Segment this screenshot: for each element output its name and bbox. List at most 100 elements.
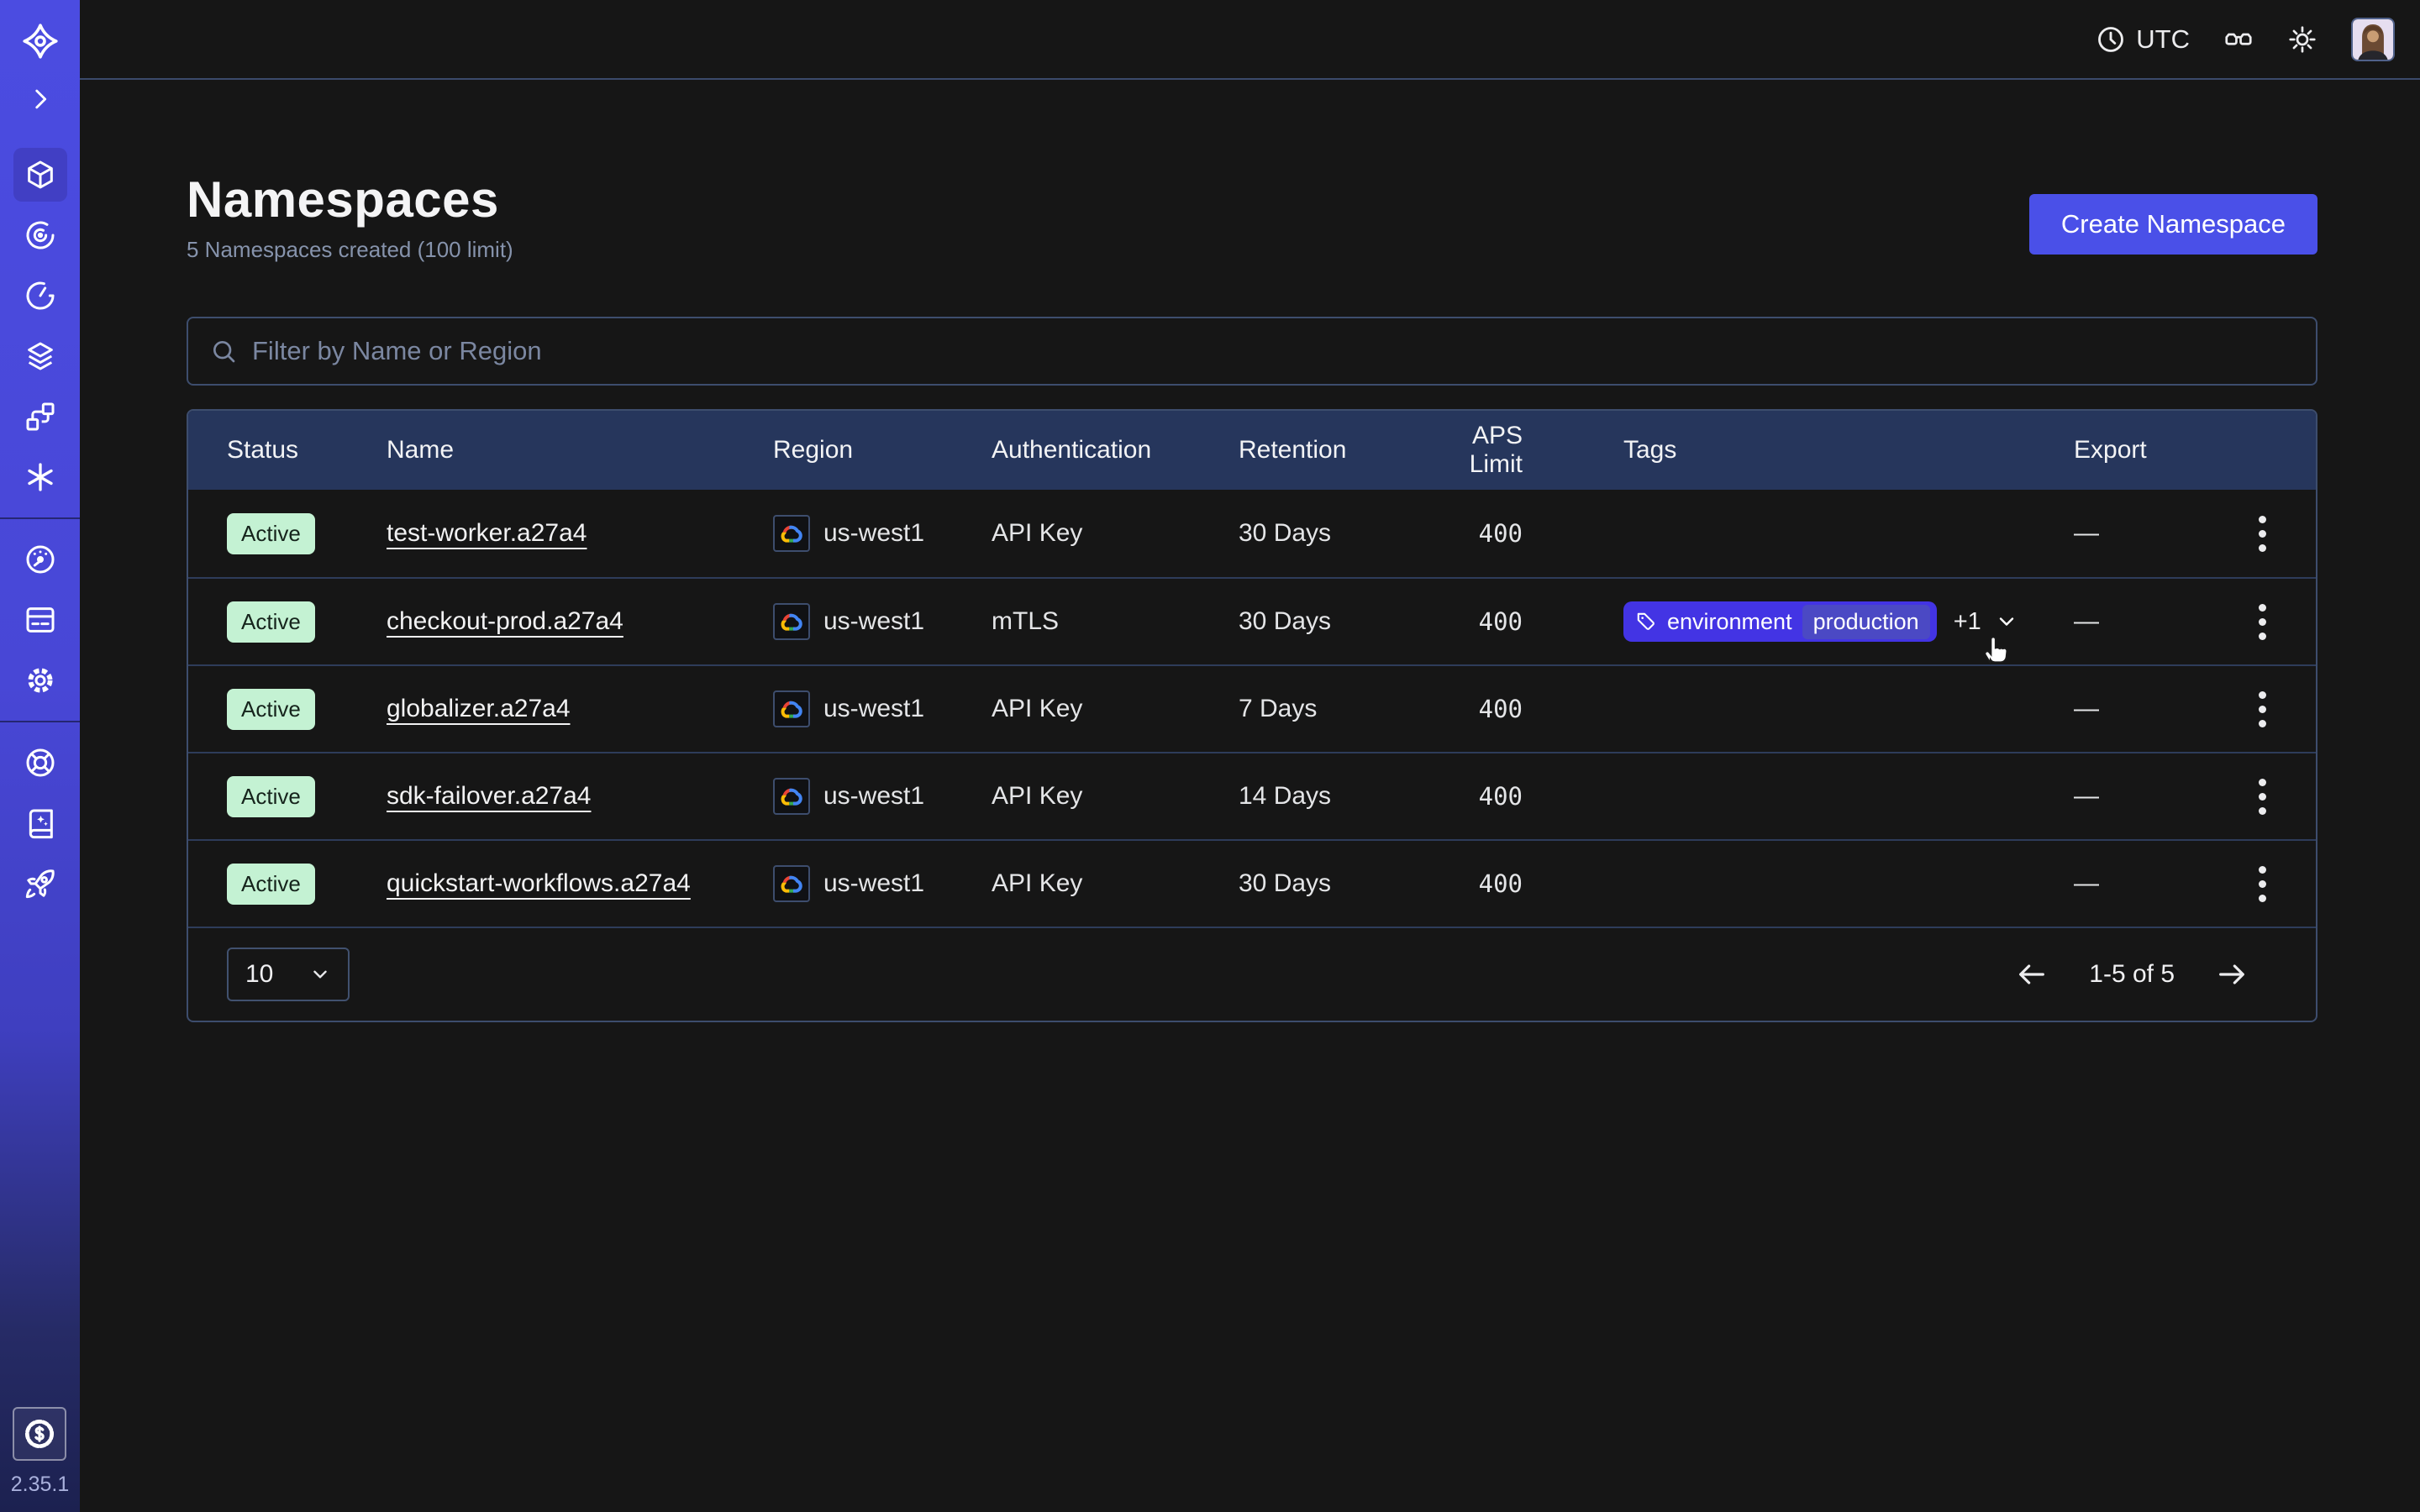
chevron-down-icon bbox=[309, 963, 331, 985]
lifebuoy-icon bbox=[24, 746, 57, 780]
page-title: Namespaces bbox=[187, 171, 513, 228]
namespace-link[interactable]: quickstart-workflows.a27a4 bbox=[387, 869, 691, 897]
asterisk-icon bbox=[24, 460, 57, 494]
sidebar-item-billing[interactable] bbox=[13, 593, 67, 647]
aps-limit-value: 400 bbox=[1430, 782, 1539, 811]
retention-value: 30 Days bbox=[1239, 607, 1430, 636]
col-header-tags: Tags bbox=[1539, 436, 2074, 465]
sidebar-item-usage[interactable] bbox=[13, 533, 67, 586]
sidebar-item-namespaces[interactable] bbox=[13, 148, 67, 202]
google-cloud-icon bbox=[773, 603, 810, 640]
col-header-authentication: Authentication bbox=[992, 436, 1239, 465]
sidebar-item-nexus[interactable] bbox=[13, 450, 67, 504]
status-badge: Active bbox=[227, 864, 315, 905]
google-cloud-icon bbox=[773, 778, 810, 815]
sidebar-item-docs[interactable] bbox=[13, 796, 67, 850]
region-label: us-west1 bbox=[823, 607, 924, 636]
page-heading: Namespaces 5 Namespaces created (100 lim… bbox=[187, 171, 513, 263]
accessibility-glasses-button[interactable] bbox=[2223, 24, 2254, 55]
google-cloud-icon bbox=[773, 515, 810, 552]
aps-limit-value: 400 bbox=[1430, 695, 1539, 723]
namespace-link[interactable]: globalizer.a27a4 bbox=[387, 695, 571, 722]
temporal-logo-icon[interactable] bbox=[21, 22, 60, 60]
google-cloud-icon bbox=[773, 865, 810, 902]
authentication-value: mTLS bbox=[992, 607, 1239, 636]
retention-value: 14 Days bbox=[1239, 782, 1430, 811]
row-actions-menu-button[interactable] bbox=[2250, 770, 2275, 823]
status-badge: Active bbox=[227, 513, 315, 554]
row-actions-menu-button[interactable] bbox=[2250, 507, 2275, 560]
export-value: — bbox=[2074, 695, 2225, 723]
authentication-value: API Key bbox=[992, 782, 1239, 811]
export-value: — bbox=[2074, 869, 2225, 898]
sidebar: 2.35.1 bbox=[0, 0, 80, 1512]
arrow-right-icon bbox=[2215, 958, 2249, 991]
aps-limit-value: 400 bbox=[1430, 869, 1539, 898]
table-row: Active sdk-failover.a27a4 bbox=[188, 752, 2316, 839]
sidebar-item-schedules[interactable] bbox=[13, 269, 67, 323]
kebab-icon bbox=[2259, 604, 2266, 612]
kebab-icon bbox=[2259, 866, 2266, 874]
table-row: Active test-worker.a27a4 bbox=[188, 490, 2316, 577]
search-icon bbox=[210, 338, 237, 365]
table-row: Active globalizer.a27a4 bbox=[188, 664, 2316, 752]
row-actions-menu-button[interactable] bbox=[2250, 683, 2275, 736]
book-sparkles-icon bbox=[24, 806, 57, 840]
filter-bar bbox=[187, 317, 2317, 386]
tags-cell: environment production +1 bbox=[1539, 601, 2074, 642]
tag-chip[interactable]: environment production bbox=[1623, 601, 1937, 642]
row-actions-menu-button[interactable] bbox=[2250, 596, 2275, 648]
branch-icon bbox=[24, 400, 57, 433]
create-namespace-button[interactable]: Create Namespace bbox=[2029, 194, 2317, 255]
export-value: — bbox=[2074, 607, 2225, 636]
sidebar-item-scan[interactable] bbox=[13, 208, 67, 262]
next-page-button[interactable] bbox=[2212, 954, 2252, 995]
kebab-icon bbox=[2259, 779, 2266, 786]
gauge-icon bbox=[24, 543, 57, 576]
retention-value: 30 Days bbox=[1239, 869, 1430, 898]
status-badge: Active bbox=[227, 776, 315, 817]
google-cloud-icon bbox=[773, 690, 810, 727]
col-header-retention: Retention bbox=[1239, 436, 1430, 465]
sidebar-item-settings[interactable] bbox=[13, 654, 67, 707]
retention-value: 7 Days bbox=[1239, 695, 1430, 723]
sidebar-item-get-started[interactable] bbox=[13, 857, 67, 911]
sidebar-item-deployments[interactable] bbox=[13, 329, 67, 383]
namespace-link[interactable]: sdk-failover.a27a4 bbox=[387, 782, 592, 810]
table-body: Active test-worker.a27a4 bbox=[188, 490, 2316, 927]
region-label: us-west1 bbox=[823, 782, 924, 811]
table-row: Active quickstart-workflows.a27a4 bbox=[188, 839, 2316, 927]
namespace-link[interactable]: test-worker.a27a4 bbox=[387, 519, 587, 547]
theme-toggle-button[interactable] bbox=[2287, 24, 2317, 55]
scan-target-icon bbox=[24, 218, 57, 252]
rocket-icon bbox=[24, 867, 57, 900]
kebab-icon bbox=[2259, 691, 2266, 699]
region-label: us-west1 bbox=[823, 695, 924, 723]
sidebar-divider bbox=[0, 721, 80, 722]
sidebar-item-workflows[interactable] bbox=[13, 390, 67, 444]
row-actions-menu-button[interactable] bbox=[2250, 858, 2275, 911]
timezone-label: UTC bbox=[2136, 24, 2190, 55]
authentication-value: API Key bbox=[992, 695, 1239, 723]
pricing-badge-button[interactable] bbox=[13, 1407, 66, 1461]
namespace-link[interactable]: checkout-prod.a27a4 bbox=[387, 607, 623, 635]
sidebar-item-support[interactable] bbox=[13, 736, 67, 790]
col-header-status: Status bbox=[188, 436, 387, 465]
timezone-selector[interactable]: UTC bbox=[2096, 24, 2190, 55]
region-label: us-west1 bbox=[823, 869, 924, 898]
col-header-export: Export bbox=[2074, 436, 2225, 465]
filter-input[interactable] bbox=[252, 336, 2294, 366]
previous-page-button[interactable] bbox=[2012, 954, 2052, 995]
table-row: Active checkout-prod.a27a4 bbox=[188, 577, 2316, 664]
avatar-image bbox=[2353, 19, 2393, 60]
browser-card-icon bbox=[24, 603, 57, 637]
expand-sidebar-chevron-icon[interactable] bbox=[25, 84, 55, 114]
export-value: — bbox=[2074, 519, 2225, 548]
aps-limit-value: 400 bbox=[1430, 519, 1539, 548]
page-size-select[interactable]: 10 bbox=[227, 948, 350, 1001]
tags-expand-chevron-icon[interactable] bbox=[1995, 610, 2018, 633]
user-avatar[interactable] bbox=[2351, 18, 2395, 61]
retention-value: 30 Days bbox=[1239, 519, 1430, 548]
region-label: us-west1 bbox=[823, 519, 924, 548]
pagination-range: 1-5 of 5 bbox=[2089, 960, 2175, 989]
